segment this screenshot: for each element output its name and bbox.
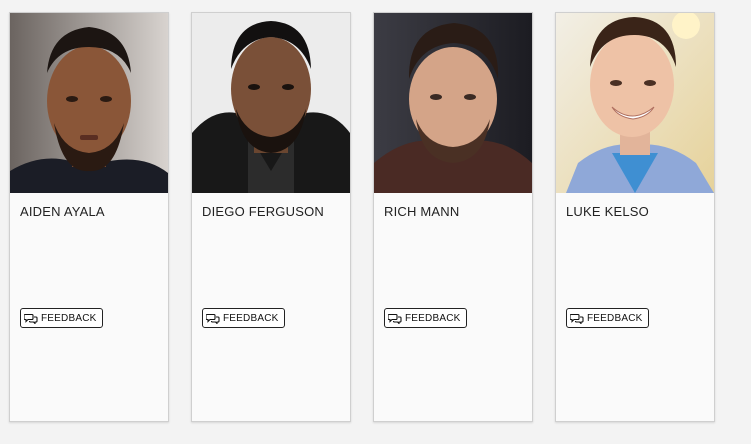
talent-card[interactable]: AIDEN AYALA FEEDBACK <box>9 12 169 422</box>
feedback-button-label: FEEDBACK <box>41 312 97 324</box>
talent-name: RICH MANN <box>384 204 460 219</box>
feedback-button-label: FEEDBACK <box>405 312 461 324</box>
headshot-photo[interactable] <box>374 13 532 193</box>
speech-bubbles-icon <box>24 313 38 324</box>
feedback-button-label: FEEDBACK <box>587 312 643 324</box>
speech-bubbles-icon <box>570 313 584 324</box>
talent-grid: AIDEN AYALA FEEDBACK DIEGO FERGUSON FEED… <box>0 0 751 444</box>
speech-bubbles-icon <box>206 313 220 324</box>
talent-name: AIDEN AYALA <box>20 204 105 219</box>
talent-card[interactable]: DIEGO FERGUSON FEEDBACK <box>191 12 351 422</box>
feedback-button-label: FEEDBACK <box>223 312 279 324</box>
headshot-photo[interactable] <box>10 13 168 193</box>
talent-card[interactable]: LUKE KELSO FEEDBACK <box>555 12 715 422</box>
feedback-button[interactable]: FEEDBACK <box>202 308 285 328</box>
talent-name: LUKE KELSO <box>566 204 649 219</box>
feedback-button[interactable]: FEEDBACK <box>384 308 467 328</box>
talent-card[interactable]: RICH MANN FEEDBACK <box>373 12 533 422</box>
feedback-button[interactable]: FEEDBACK <box>20 308 103 328</box>
headshot-photo[interactable] <box>192 13 350 193</box>
headshot-photo[interactable] <box>556 13 714 193</box>
talent-name: DIEGO FERGUSON <box>202 204 324 219</box>
feedback-button[interactable]: FEEDBACK <box>566 308 649 328</box>
speech-bubbles-icon <box>388 313 402 324</box>
